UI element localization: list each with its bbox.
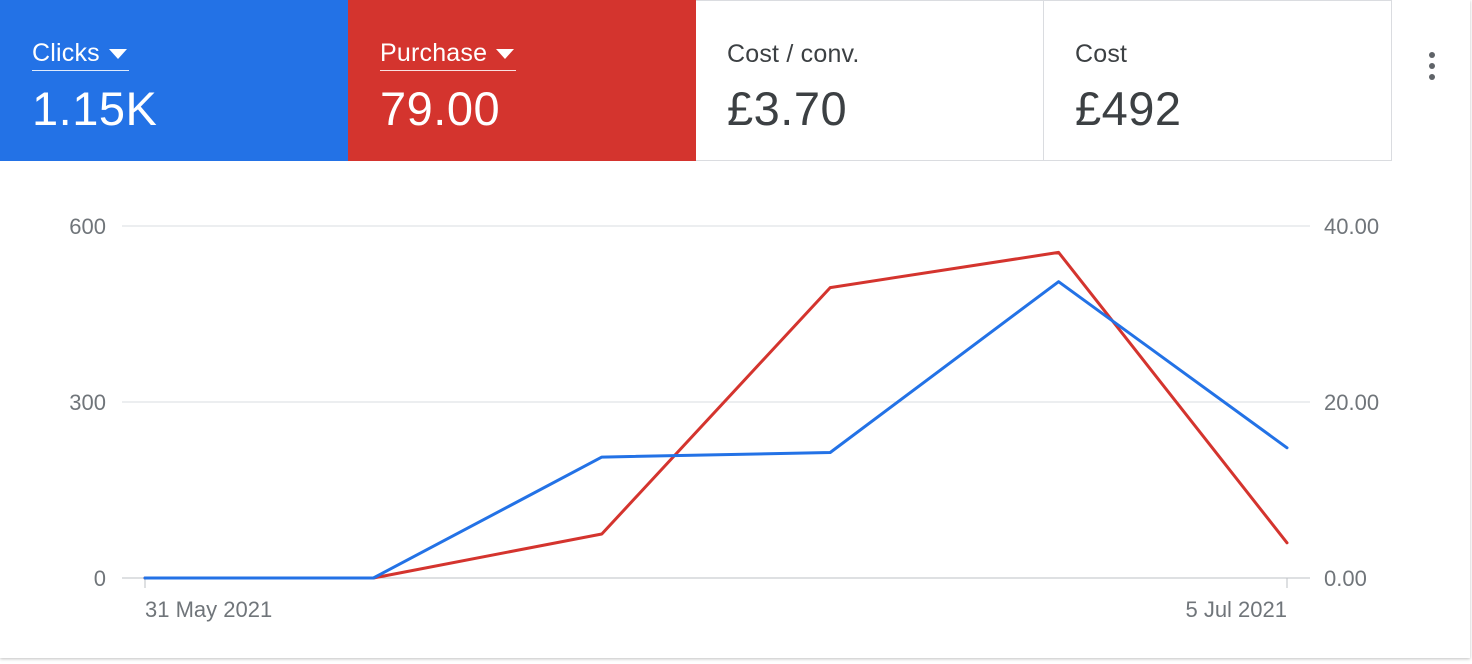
cost-per-conv-tile[interactable]: Cost / conv. £3.70 <box>696 0 1044 161</box>
cost-per-conv-value: £3.70 <box>727 82 848 135</box>
right-tick-label: 20.00 <box>1324 390 1379 415</box>
clicks-value: 1.15K <box>32 82 158 135</box>
purchase-tile[interactable]: Purchase 79.00 <box>348 0 696 161</box>
left-tick-label: 300 <box>69 390 106 415</box>
purchase-value: 79.00 <box>380 82 501 135</box>
cost-tile[interactable]: Cost £492 <box>1044 0 1392 161</box>
chart-series <box>143 250 1289 580</box>
more-vert-icon-dot <box>1429 63 1435 69</box>
performance-card: Clicks 1.15K Purchase 79.00 Cost / conv.… <box>0 0 1470 658</box>
clicks-tile[interactable]: Clicks 1.15K <box>0 0 348 161</box>
clicks-metric-selector[interactable]: Clicks <box>32 36 129 71</box>
right-tick-label: 0.00 <box>1324 566 1367 591</box>
line-chart: 0 300 600 0.00 20.00 40.00 31 May 2021 5 Jul … <box>69 214 1379 622</box>
right-tick-label: 40.00 <box>1324 214 1379 239</box>
cost-per-conv-label: Cost / conv. <box>727 40 860 68</box>
more-options-button[interactable] <box>1414 44 1450 88</box>
left-tick-label: 600 <box>69 214 106 239</box>
cost-label: Cost <box>1075 40 1128 68</box>
clicks-label: Clicks <box>32 39 100 67</box>
chart-gridlines <box>122 225 1310 579</box>
dropdown-caret-icon <box>496 48 515 59</box>
purchase-metric-selector[interactable]: Purchase <box>380 36 517 71</box>
cost-value: £492 <box>1075 82 1182 135</box>
metric-tiles: Clicks 1.15K Purchase 79.00 Cost / conv.… <box>0 0 1392 161</box>
x-axis-ticks: 31 May 2021 5 Jul 2021 <box>144 578 1288 622</box>
x-tick-label: 5 Jul 2021 <box>1185 597 1287 622</box>
more-vert-icon <box>1429 52 1435 58</box>
right-axis-ticks: 0.00 20.00 40.00 <box>1324 214 1379 591</box>
left-tick-label: 0 <box>94 566 106 591</box>
series-line-purchase <box>143 250 1289 580</box>
dropdown-caret-icon <box>108 48 127 59</box>
purchase-label: Purchase <box>380 39 488 67</box>
left-axis-ticks: 0 300 600 <box>69 214 106 591</box>
x-tick-label: 31 May 2021 <box>145 597 272 622</box>
more-vert-icon-dot <box>1429 74 1435 80</box>
